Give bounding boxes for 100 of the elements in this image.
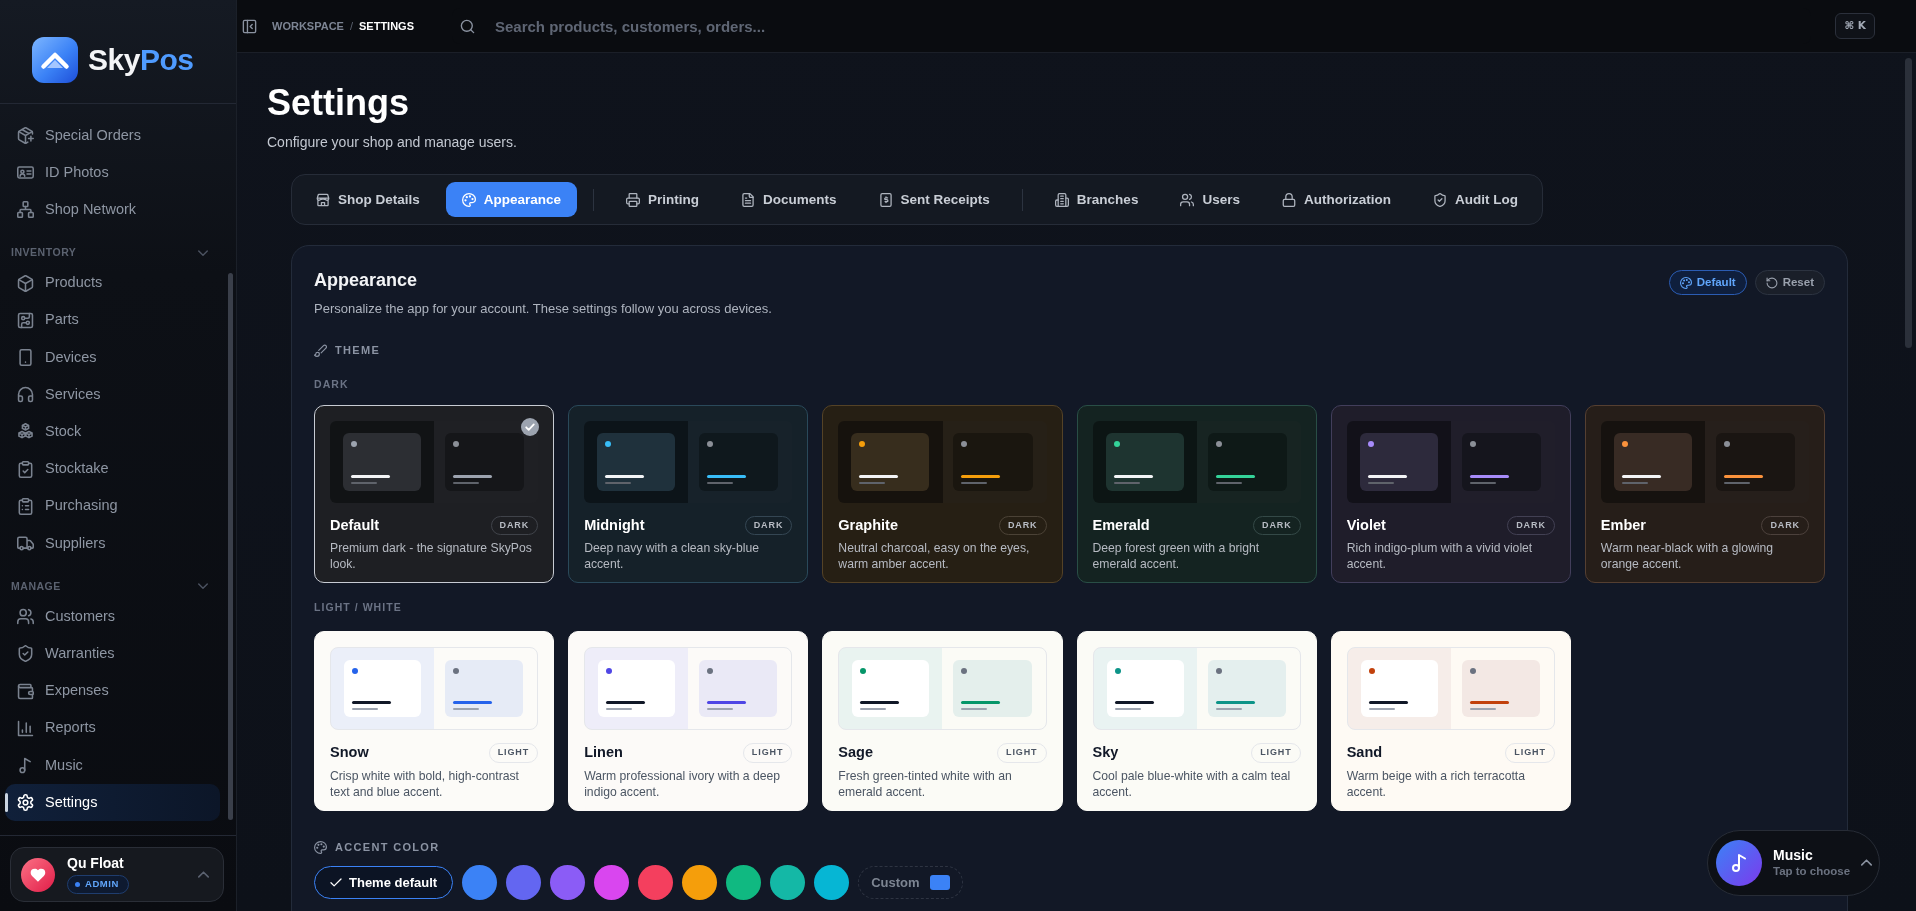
reset-icon	[1765, 276, 1778, 289]
theme-card[interactable]: Default DARK Premium dark - the signature SkyPos look.	[314, 404, 555, 584]
dot-icon	[961, 440, 968, 447]
nav-item[interactable]: Warranties	[5, 635, 220, 673]
clipboard-list-icon	[17, 497, 34, 515]
color-swatch-icon[interactable]	[770, 865, 806, 901]
text-line-icon	[707, 481, 734, 484]
color-swatch-icon[interactable]	[594, 865, 630, 901]
nav-item[interactable]: Stocktake	[5, 450, 220, 488]
text-line-icon	[1114, 701, 1154, 705]
dot-icon	[1469, 668, 1476, 675]
color-swatch-icon[interactable]	[638, 865, 674, 901]
text-line-icon	[351, 474, 390, 478]
reset-button[interactable]: Reset	[1754, 270, 1825, 296]
text-line-icon	[1215, 481, 1242, 484]
dot-icon	[1469, 440, 1476, 447]
palette-icon	[1679, 276, 1692, 289]
theme-card[interactable]: Graphite DARK Neutral charcoal, easy on the eyes, warm amber accent.	[822, 404, 1063, 584]
settings-tab[interactable]: Audit Log	[1416, 182, 1534, 218]
headset-icon	[17, 386, 34, 404]
text-line-icon	[1621, 474, 1661, 478]
dot-icon	[1215, 668, 1222, 675]
dot-icon	[453, 440, 460, 447]
page-subtitle: Configure your shop and manage users.	[267, 133, 518, 153]
chevron-up-icon[interactable]	[1861, 859, 1873, 867]
users-icon	[17, 608, 34, 626]
theme-card[interactable]: Snow LIGHT Crisp white with bold, high-contrast text and blue accent.	[314, 631, 555, 811]
nav-item[interactable]: Suppliers	[5, 524, 220, 563]
id-card-icon	[17, 164, 34, 182]
settings-tab[interactable]: Users	[1164, 182, 1256, 218]
theme-name: Ember	[1600, 515, 1646, 535]
default-button[interactable]: Default	[1668, 270, 1747, 296]
color-swatch-icon[interactable]	[506, 865, 542, 901]
nav-item[interactable]: Services	[5, 376, 220, 414]
user-card[interactable]: Qu Float ADMIN	[10, 847, 224, 902]
nav-item[interactable]: Special Orders	[5, 117, 220, 155]
color-swatch-icon[interactable]	[462, 865, 498, 901]
settings-tab[interactable]: Sent Receipts	[862, 182, 1006, 218]
nav-item[interactable]: Devices	[5, 338, 220, 377]
role-label: ADMIN	[85, 877, 119, 892]
sidebar-toggle-icon[interactable]	[242, 18, 257, 34]
dot-icon	[453, 668, 460, 675]
nav-item[interactable]: Music	[5, 746, 220, 784]
nav-item[interactable]: Products	[5, 264, 220, 302]
nav-item[interactable]: Reports	[5, 709, 220, 747]
theme-card[interactable]: Emerald DARK Deep forest green with a bright emerald accent.	[1076, 404, 1317, 584]
theme-card[interactable]: Sage LIGHT Fresh green-tinted white with an emerald accent.	[822, 631, 1063, 811]
settings-tab[interactable]: Appearance	[445, 182, 578, 218]
section-description: Personalize the app for your account. These settings follow you across devices.	[314, 299, 772, 318]
settings-tab[interactable]: Shop Details	[300, 182, 436, 218]
nav-item[interactable]: ID Photos	[5, 154, 220, 192]
dot-icon	[961, 668, 968, 675]
color-swatch-icon[interactable]	[682, 865, 718, 901]
theme-card[interactable]: Sand LIGHT Warm beige with a rich terracotta accent.	[1330, 631, 1571, 811]
nav-item[interactable]: Shop Network	[5, 191, 220, 229]
nav-item[interactable]: Customers	[5, 598, 220, 636]
scrollbar-thumb[interactable]	[228, 273, 233, 820]
text-line-icon	[1113, 474, 1153, 478]
color-swatch-icon[interactable]	[814, 865, 850, 901]
settings-icon	[17, 794, 34, 812]
theme-description: Crisp white with bold, high-contrast text and blue accent.	[330, 767, 520, 800]
settings-tab[interactable]: Documents	[725, 182, 853, 218]
theme-card[interactable]: Midnight DARK Deep navy with a clean sky-blue accent.	[568, 404, 809, 584]
palette-icon	[314, 840, 327, 854]
music-widget[interactable]: Music Tap to choose	[1707, 830, 1880, 896]
breadcrumb-current: SETTINGS	[359, 18, 414, 34]
settings-tab[interactable]: Branches	[1038, 182, 1155, 218]
nav-item[interactable]: Purchasing	[5, 487, 220, 525]
page-title: Settings	[267, 81, 410, 125]
text-line-icon	[606, 701, 646, 705]
nav-item[interactable]: Settings	[5, 784, 220, 822]
text-line-icon	[859, 481, 886, 484]
settings-tab[interactable]: Authorization	[1265, 182, 1407, 218]
nav-item[interactable]: Expenses	[5, 672, 220, 710]
settings-tab[interactable]: Printing	[610, 182, 716, 218]
text-line-icon	[605, 474, 645, 478]
logo-icon	[32, 36, 78, 83]
nav-item[interactable]: Parts	[5, 301, 220, 339]
color-swatch-icon[interactable]	[726, 865, 762, 901]
theme-default-button[interactable]: Theme default	[314, 866, 454, 900]
status-dot-icon	[75, 881, 80, 887]
text-line-icon	[1215, 708, 1242, 711]
theme-card[interactable]: Violet DARK Rich indigo-plum with a vivid violet accent.	[1330, 404, 1571, 584]
search-field[interactable]: Search products, customers, orders...	[495, 11, 1804, 41]
theme-name: Default	[330, 515, 380, 535]
package-icon	[17, 274, 34, 292]
theme-card[interactable]: Ember DARK Warm near-black with a glowing orange accent.	[1584, 404, 1825, 584]
bar-chart-icon	[17, 719, 34, 737]
scrollbar-thumb[interactable]	[1905, 58, 1912, 348]
breadcrumb-link[interactable]: WORKSPACE	[272, 17, 344, 35]
theme-card[interactable]: Linen LIGHT Warm professional ivory with a deep indigo accent.	[568, 631, 809, 811]
dot-icon	[1723, 440, 1730, 447]
section-title: Appearance	[314, 270, 419, 292]
nav-item[interactable]: Stock	[5, 413, 220, 451]
dollar-receipt-icon	[878, 192, 893, 207]
text-line-icon	[453, 481, 480, 484]
color-swatch-icon[interactable]	[550, 865, 586, 901]
theme-name: Emerald	[1092, 515, 1150, 535]
theme-name: Midnight	[584, 515, 645, 535]
theme-card[interactable]: Sky LIGHT Cool pale blue-white with a calm teal accent.	[1076, 631, 1317, 811]
